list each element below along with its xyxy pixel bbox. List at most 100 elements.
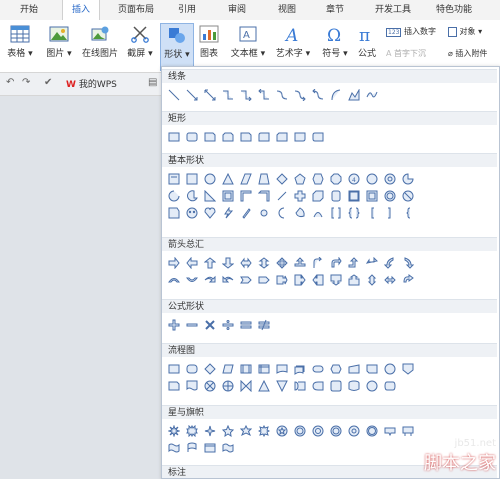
arrow-shape-icon[interactable]: [348, 274, 360, 286]
flow-shape-icon[interactable]: [204, 363, 216, 375]
object-button[interactable]: 对象 ▾: [448, 26, 482, 37]
eq-shape-icon[interactable]: [222, 319, 234, 331]
arrow-shape-icon[interactable]: [330, 257, 342, 269]
flow-shape-icon[interactable]: [276, 380, 288, 392]
basic-shape-icon[interactable]: [366, 190, 378, 202]
basic-shape-icon[interactable]: [222, 207, 234, 219]
flow-shape-icon[interactable]: [330, 380, 342, 392]
basic-shape-icon[interactable]: [384, 173, 396, 185]
basic-shape-icon[interactable]: [294, 173, 306, 185]
lines-shape-icon[interactable]: [330, 89, 342, 101]
basic-shape-icon[interactable]: [312, 173, 324, 185]
arrow-shape-icon[interactable]: [222, 274, 234, 286]
basic-shape-icon[interactable]: [312, 190, 324, 202]
basic-shape-icon[interactable]: [168, 173, 180, 185]
rect-shape-icon[interactable]: [312, 131, 324, 143]
flow-shape-icon[interactable]: [294, 380, 306, 392]
eq-shape-icon[interactable]: [258, 319, 270, 331]
basic-shape-icon[interactable]: 4: [348, 173, 360, 185]
arrow-shape-icon[interactable]: [366, 274, 378, 286]
flow-shape-icon[interactable]: [168, 380, 180, 392]
basic-shape-icon[interactable]: [294, 207, 306, 219]
basic-shape-icon[interactable]: [402, 173, 414, 185]
lines-shape-icon[interactable]: [348, 89, 360, 101]
flow-shape-icon[interactable]: [276, 363, 288, 375]
basic-shape-icon[interactable]: [276, 173, 288, 185]
lines-shape-icon[interactable]: [312, 89, 324, 101]
arrow-shape-icon[interactable]: [312, 274, 324, 286]
tab-references[interactable]: 引用: [172, 0, 202, 20]
chart-button[interactable]: 图表: [196, 23, 222, 69]
lines-shape-icon[interactable]: [186, 89, 198, 101]
flow-shape-icon[interactable]: [384, 363, 396, 375]
basic-shape-icon[interactable]: [276, 190, 288, 202]
basic-shape-icon[interactable]: [186, 190, 198, 202]
lines-shape-icon[interactable]: [222, 89, 234, 101]
basic-shape-icon[interactable]: [366, 173, 378, 185]
flow-shape-icon[interactable]: [240, 380, 252, 392]
star-shape-icon[interactable]: [168, 425, 180, 437]
star-shape-icon[interactable]: [384, 425, 396, 437]
star-shape-icon[interactable]: [240, 425, 252, 437]
arrow-shape-icon[interactable]: [222, 257, 234, 269]
picture-button[interactable]: 图片 ▾: [42, 23, 76, 69]
tab-view[interactable]: 视图: [272, 0, 302, 20]
flow-shape-icon[interactable]: [348, 380, 360, 392]
basic-shape-icon[interactable]: [276, 207, 288, 219]
arrow-shape-icon[interactable]: [204, 257, 216, 269]
format-painter-icon[interactable]: ✔: [44, 77, 52, 88]
arrow-shape-icon[interactable]: [258, 274, 270, 286]
attachment-button[interactable]: ⌀ 插入附件: [448, 48, 487, 59]
star-shape-icon[interactable]: [348, 425, 360, 437]
my-wps-tab[interactable]: W 我的WPS: [66, 77, 117, 90]
flow-shape-icon[interactable]: [186, 380, 198, 392]
formula-button[interactable]: π 公式: [354, 23, 380, 69]
basic-shape-icon[interactable]: [366, 207, 378, 219]
basic-shape-icon[interactable]: [330, 173, 342, 185]
star-shape-icon[interactable]: [204, 425, 216, 437]
flow-shape-icon[interactable]: [294, 363, 306, 375]
flow-shape-icon[interactable]: [366, 363, 378, 375]
document-icon[interactable]: ▤: [148, 77, 157, 88]
arrow-shape-icon[interactable]: [168, 257, 180, 269]
basic-shape-icon[interactable]: [186, 207, 198, 219]
flow-shape-icon[interactable]: [186, 363, 198, 375]
tab-section[interactable]: 章节: [320, 0, 350, 20]
online-picture-button[interactable]: 在线图片: [80, 23, 120, 69]
flow-shape-icon[interactable]: [366, 380, 378, 392]
star-shape-icon[interactable]: [204, 442, 216, 454]
basic-shape-icon[interactable]: [222, 190, 234, 202]
arrow-shape-icon[interactable]: [402, 257, 414, 269]
basic-shape-icon[interactable]: [258, 190, 270, 202]
dropcap-button[interactable]: A 首字下沉: [386, 48, 426, 59]
arrow-shape-icon[interactable]: [348, 257, 360, 269]
flow-shape-icon[interactable]: [402, 380, 414, 392]
basic-shape-icon[interactable]: [258, 173, 270, 185]
arrow-shape-icon[interactable]: [240, 274, 252, 286]
flow-shape-icon[interactable]: [384, 380, 396, 392]
flow-shape-icon[interactable]: [258, 363, 270, 375]
basic-shape-icon[interactable]: [204, 173, 216, 185]
arrow-shape-icon[interactable]: [276, 274, 288, 286]
basic-shape-icon[interactable]: [402, 207, 414, 219]
arrow-shape-icon[interactable]: [168, 274, 180, 286]
insert-number-button[interactable]: 123 插入数字: [386, 26, 436, 37]
arrow-shape-icon[interactable]: [384, 257, 396, 269]
rect-shape-icon[interactable]: [294, 131, 306, 143]
rect-shape-icon[interactable]: [168, 131, 180, 143]
basic-shape-icon[interactable]: [384, 190, 396, 202]
star-shape-icon[interactable]: [402, 425, 414, 437]
table-button[interactable]: 表格 ▾: [4, 23, 36, 69]
basic-shape-icon[interactable]: [258, 207, 270, 219]
arrow-shape-icon[interactable]: [204, 274, 216, 286]
arrow-shape-icon[interactable]: [312, 257, 324, 269]
arrow-shape-icon[interactable]: [186, 274, 198, 286]
rect-shape-icon[interactable]: [222, 131, 234, 143]
star-shape-icon[interactable]: [222, 425, 234, 437]
eq-shape-icon[interactable]: [168, 319, 180, 331]
basic-shape-icon[interactable]: [168, 207, 180, 219]
lines-shape-icon[interactable]: [204, 89, 216, 101]
textbox-button[interactable]: A 文本框 ▾: [228, 23, 268, 69]
flow-shape-icon[interactable]: [222, 380, 234, 392]
rect-shape-icon[interactable]: [204, 131, 216, 143]
